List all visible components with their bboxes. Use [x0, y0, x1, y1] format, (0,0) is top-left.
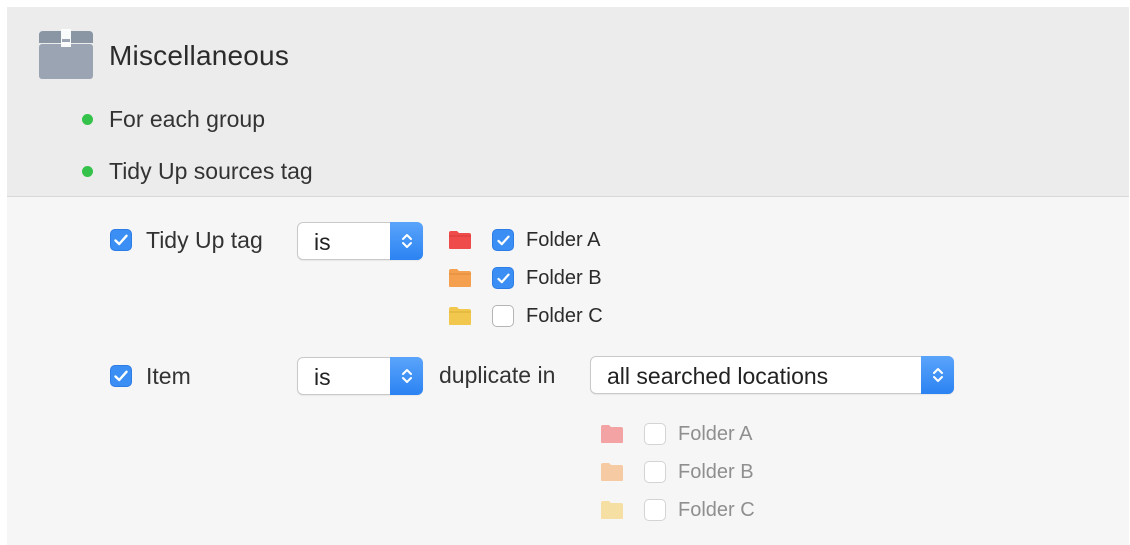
folder-c-checkbox[interactable] [644, 499, 666, 521]
checkmark-icon [496, 235, 510, 245]
item-operator-popup[interactable]: is [297, 357, 423, 395]
folder-label: Folder B [678, 460, 754, 483]
green-dot-icon [82, 113, 93, 125]
bullet-label: For each group [109, 105, 265, 132]
popup-stepper[interactable] [921, 356, 954, 394]
bullet-item: For each group [82, 105, 265, 133]
up-down-chevron-icon [401, 234, 412, 248]
folder-label: Folder A [678, 422, 753, 445]
tag-folder-option: Folder C [448, 303, 603, 329]
location-folder-option: Folder C [600, 497, 755, 523]
folder-label: Folder A [526, 228, 601, 251]
folder-icon [601, 501, 623, 519]
duplicate-in-label: duplicate in [439, 362, 556, 388]
location-folder-option: Folder B [600, 459, 754, 485]
folder-label: Folder C [526, 304, 603, 327]
tag-operator-popup[interactable]: is [297, 222, 423, 260]
folder-icon [601, 463, 623, 481]
folder-b-checkbox[interactable] [644, 461, 666, 483]
tidy-up-tag-checkbox[interactable] [110, 229, 132, 251]
smart-folder-panel: Miscellaneous For each group Tidy Up sou… [7, 7, 1129, 545]
bullet-item: Tidy Up sources tag [82, 157, 313, 185]
section-header: Miscellaneous For each group Tidy Up sou… [7, 7, 1129, 197]
location-folder-option: Folder A [600, 421, 752, 447]
popup-stepper[interactable] [390, 222, 423, 260]
popup-value: all searched locations [607, 363, 829, 389]
folder-b-checkbox[interactable] [492, 267, 514, 289]
location-popup[interactable]: all searched locations [590, 356, 954, 394]
box-icon [39, 29, 93, 79]
popup-value: is [314, 229, 331, 255]
folder-c-checkbox[interactable] [492, 305, 514, 327]
folder-label: Folder C [678, 498, 755, 521]
folder-label: Folder B [526, 266, 602, 289]
up-down-chevron-icon [932, 368, 943, 382]
item-checkbox[interactable] [110, 365, 132, 387]
folder-icon [449, 269, 471, 287]
popup-stepper[interactable] [390, 357, 423, 395]
up-down-chevron-icon [401, 369, 412, 383]
green-dot-icon [82, 165, 93, 177]
tidy-up-tag-label: Tidy Up tag [146, 227, 263, 253]
checkmark-icon [114, 370, 128, 382]
folder-a-checkbox[interactable] [644, 423, 666, 445]
section-title: Miscellaneous [109, 40, 290, 71]
tag-folder-option: Folder B [448, 265, 602, 291]
tag-folder-option: Folder A [448, 227, 600, 253]
checkmark-icon [114, 234, 128, 246]
popup-value: is [314, 364, 331, 390]
folder-icon [449, 231, 471, 249]
folder-icon [449, 307, 471, 325]
folder-icon [601, 425, 623, 443]
item-label: Item [146, 363, 191, 389]
checkmark-icon [496, 273, 510, 283]
bullet-label: Tidy Up sources tag [109, 157, 313, 184]
folder-a-checkbox[interactable] [492, 229, 514, 251]
